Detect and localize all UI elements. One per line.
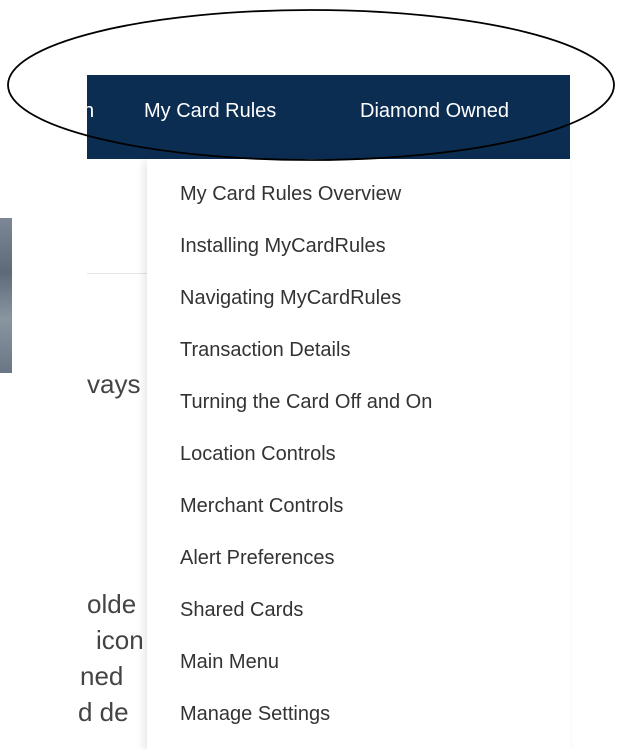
menu-item-my-card-rules-overview[interactable]: My Card Rules Overview [180, 179, 401, 209]
menu-item-location-controls[interactable]: Location Controls [180, 439, 336, 469]
menu-item-shared-cards[interactable]: Shared Cards [180, 595, 303, 625]
background-text-fragment: d de [78, 697, 129, 727]
background-text-fragment: vays [87, 369, 141, 399]
menu-item-navigating-mycardrules[interactable]: Navigating MyCardRules [180, 283, 401, 313]
background-text-fragment: ned [80, 661, 124, 691]
my-card-rules-dropdown-menu: My Card Rules Overview Installing MyCard… [147, 159, 570, 749]
menu-item-merchant-controls[interactable]: Merchant Controls [180, 491, 343, 521]
nav-item-diamond-owned[interactable]: Diamond Owned [360, 75, 509, 159]
nav-item-my-card-rules[interactable]: My Card Rules [144, 75, 276, 159]
nav-item-partial[interactable]: n [87, 75, 99, 159]
nav-item-partial-label: n [87, 100, 95, 122]
menu-item-main-menu[interactable]: Main Menu [180, 647, 279, 677]
main-navbar: n My Card Rules Diamond Owned [87, 75, 570, 159]
menu-item-transaction-details[interactable]: Transaction Details [180, 335, 350, 365]
background-divider [87, 273, 147, 274]
menu-item-alert-preferences[interactable]: Alert Preferences [180, 543, 335, 573]
menu-item-installing-mycardrules[interactable]: Installing MyCardRules [180, 231, 386, 261]
background-thumbnail-image [0, 218, 12, 373]
menu-item-turning-card-off-and-on[interactable]: Turning the Card Off and On [180, 387, 432, 417]
menu-item-manage-settings[interactable]: Manage Settings [180, 699, 330, 729]
background-text-fragment: olde [87, 589, 137, 619]
background-text-fragment: icon [96, 625, 144, 655]
